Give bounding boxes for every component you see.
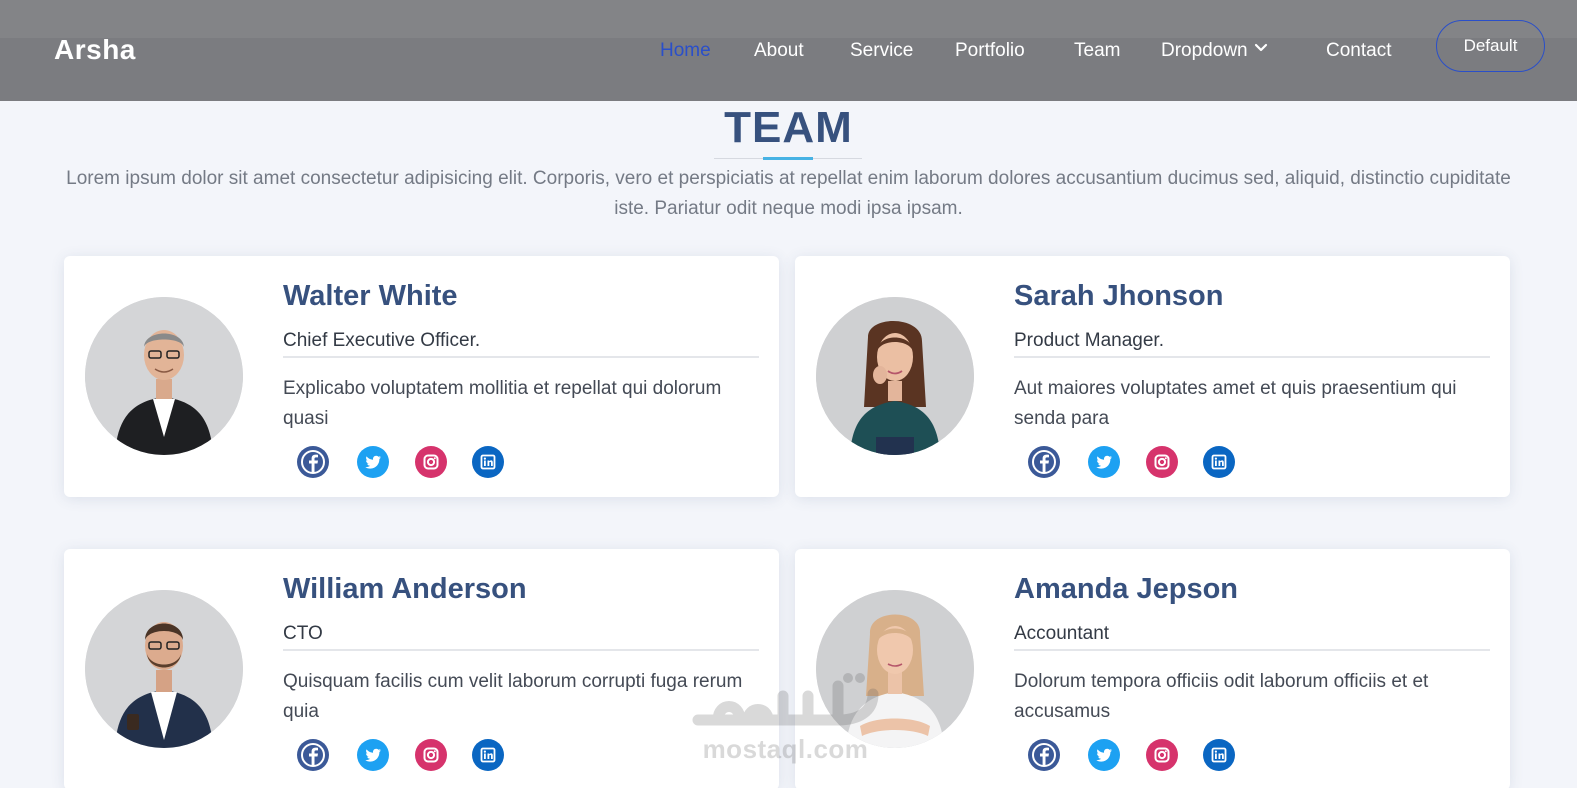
member-name: Amanda Jepson: [1014, 573, 1238, 605]
nav-dropdown-label: Dropdown: [1161, 40, 1248, 62]
social-links: [1028, 739, 1328, 771]
member-name: Walter White: [283, 280, 458, 312]
nav-portfolio[interactable]: Portfolio: [955, 40, 1025, 62]
member-description: Dolorum tempora officiis odit laborum of…: [1014, 671, 1429, 722]
member-description: Quisquam facilis cum velit laborum corru…: [283, 671, 743, 722]
facebook-icon[interactable]: [1028, 739, 1060, 771]
nav-about[interactable]: About: [754, 40, 804, 62]
team-card: Amanda Jepson Accountant Dolorum tempora…: [795, 549, 1510, 788]
instagram-icon[interactable]: [415, 446, 447, 478]
role-divider: [283, 356, 759, 358]
default-button[interactable]: Default: [1436, 20, 1545, 72]
member-description: Explicabo voluptatem mollitia et repella…: [283, 378, 722, 429]
twitter-icon[interactable]: [1088, 446, 1120, 478]
linkedin-icon[interactable]: [472, 446, 504, 478]
social-links: [1028, 446, 1328, 478]
header-top-strip: [0, 0, 1577, 38]
social-links: [297, 739, 597, 771]
linkedin-icon[interactable]: [472, 739, 504, 771]
nav-contact[interactable]: Contact: [1326, 40, 1391, 62]
main-nav: Home About Service Portfolio Team Dropdo…: [0, 40, 1577, 68]
site-header: Arsha Home About Service Portfolio Team …: [0, 0, 1577, 101]
team-card: William Anderson CTO Quisquam facilis cu…: [64, 549, 779, 788]
title-accent-bar: [763, 157, 813, 160]
avatar: [816, 590, 974, 748]
facebook-icon[interactable]: [297, 446, 329, 478]
linkedin-icon[interactable]: [1203, 739, 1235, 771]
avatar: [816, 297, 974, 455]
facebook-icon[interactable]: [297, 739, 329, 771]
social-links: [297, 446, 597, 478]
team-card: Sarah Jhonson Product Manager. Aut maior…: [795, 256, 1510, 497]
instagram-icon[interactable]: [1146, 739, 1178, 771]
member-name: Sarah Jhonson: [1014, 280, 1224, 312]
avatar: [85, 297, 243, 455]
role-divider: [1014, 649, 1490, 651]
instagram-icon[interactable]: [1146, 446, 1178, 478]
role-divider: [283, 649, 759, 651]
twitter-icon[interactable]: [357, 446, 389, 478]
role-divider: [1014, 356, 1490, 358]
section-title: TEAM: [724, 103, 853, 152]
twitter-icon[interactable]: [357, 739, 389, 771]
member-role: Accountant: [1014, 623, 1110, 644]
nav-service[interactable]: Service: [850, 40, 913, 62]
avatar: [85, 590, 243, 748]
linkedin-icon[interactable]: [1203, 446, 1235, 478]
team-card: Walter White Chief Executive Officer. Ex…: [64, 256, 779, 497]
member-name: William Anderson: [283, 573, 527, 605]
facebook-icon[interactable]: [1028, 446, 1060, 478]
nav-team[interactable]: Team: [1074, 40, 1120, 62]
instagram-icon[interactable]: [415, 739, 447, 771]
chevron-down-icon: [1254, 37, 1268, 59]
section-description: Lorem ipsum dolor sit amet consectetur a…: [66, 168, 1511, 219]
member-role: CTO: [283, 623, 323, 644]
member-description: Aut maiores voluptates amet et quis prae…: [1014, 378, 1457, 429]
nav-dropdown[interactable]: Dropdown: [1161, 40, 1268, 62]
twitter-icon[interactable]: [1088, 739, 1120, 771]
member-role: Chief Executive Officer.: [283, 330, 481, 351]
nav-home[interactable]: Home: [660, 40, 711, 62]
member-role: Product Manager.: [1014, 330, 1164, 351]
